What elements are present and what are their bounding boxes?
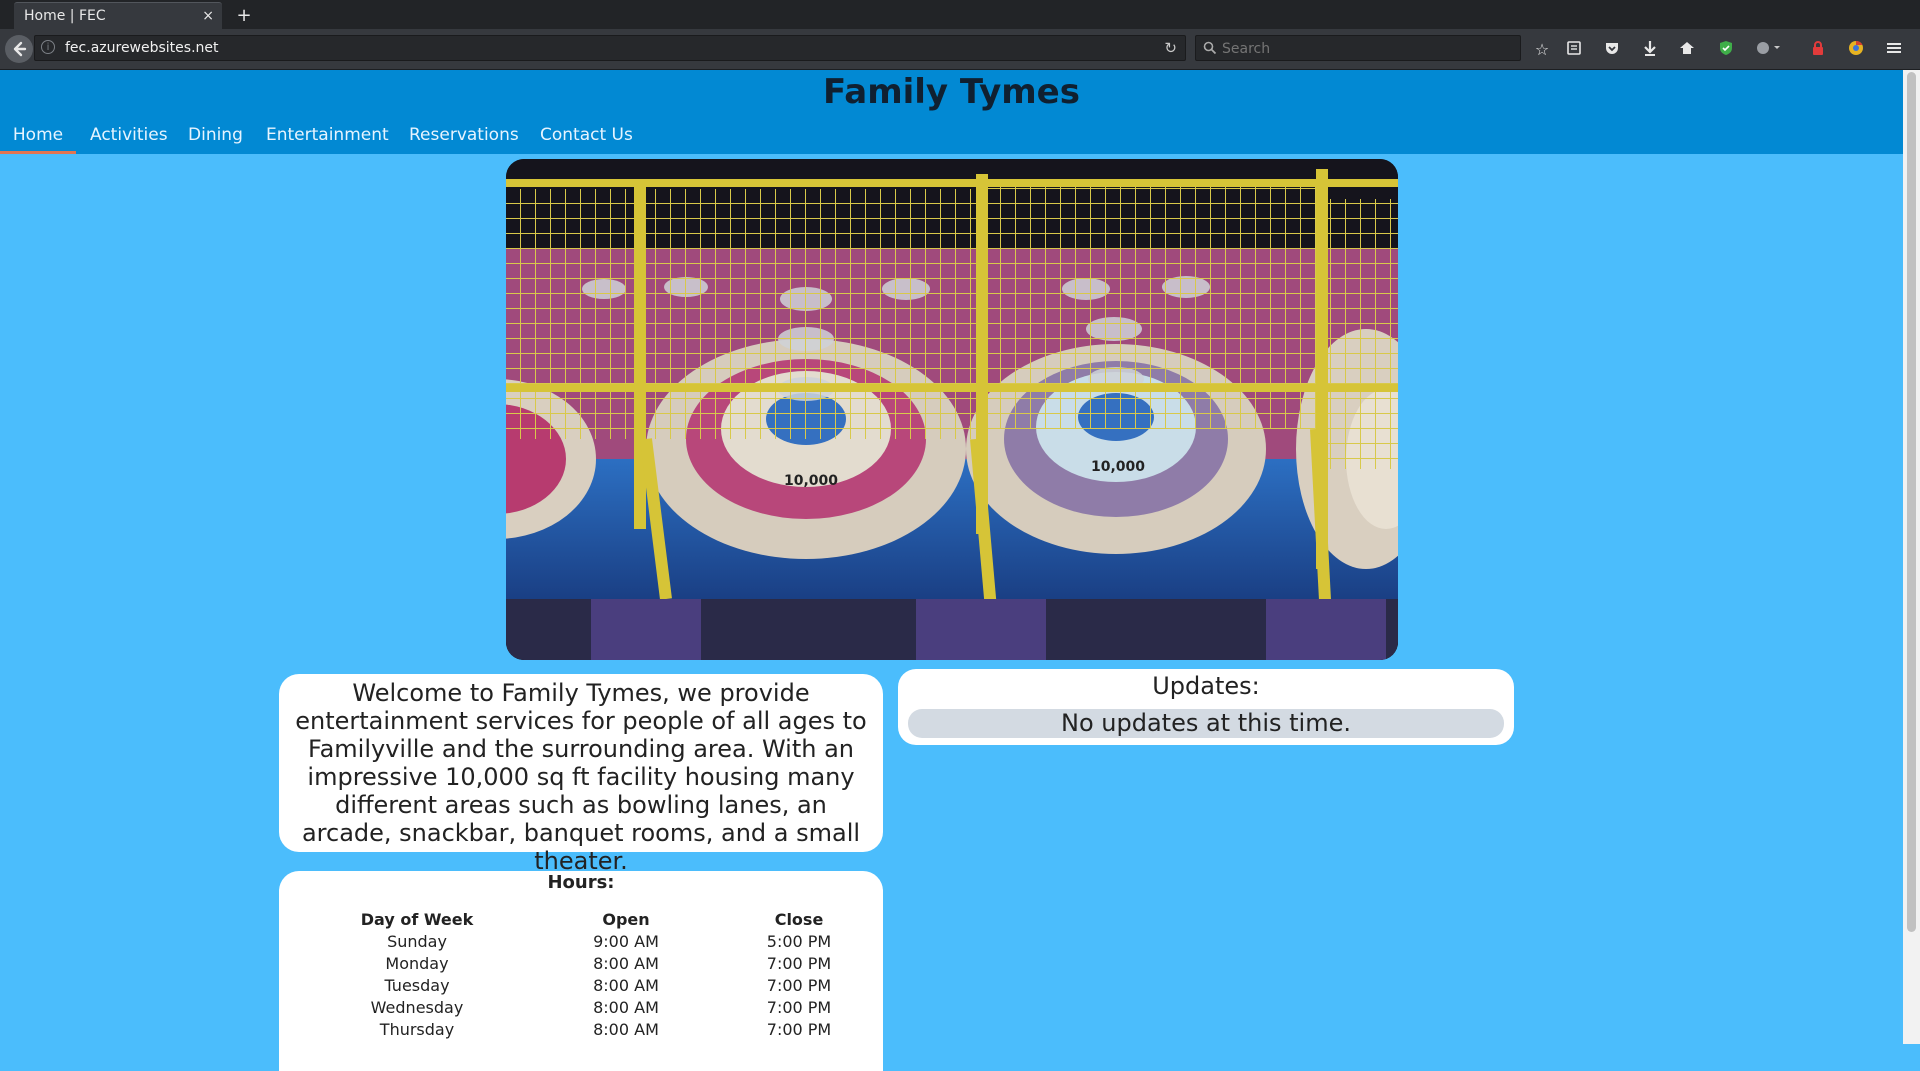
arrow-left-icon (13, 41, 27, 57)
search-icon (1203, 41, 1217, 55)
close-cell: 7:00 PM (766, 998, 832, 1017)
site-title: Family Tymes (823, 72, 1080, 112)
search-bar[interactable] (1195, 35, 1521, 62)
menu-icon[interactable] (1884, 40, 1904, 60)
nav-dining[interactable]: Dining (188, 116, 243, 154)
open-cell: 8:00 AM (593, 954, 659, 973)
column-header: Day of Week (360, 910, 474, 929)
updates-title: Updates: (1152, 672, 1260, 700)
home-icon[interactable] (1677, 40, 1697, 60)
table-row: Sunday 9:00 AM 5:00 PM (327, 931, 853, 953)
page-scrollbar-thumb[interactable] (1907, 72, 1916, 932)
reading-list-icon[interactable] (1564, 40, 1584, 60)
tab-title: Home | FEC (24, 8, 106, 24)
score-label: 10,000 (784, 473, 838, 489)
table-header-row: Day of Week Open Close (327, 909, 853, 931)
close-cell: 7:00 PM (766, 976, 832, 995)
close-cell: 7:00 PM (766, 954, 832, 973)
pocket-icon[interactable] (1602, 40, 1622, 60)
day-cell: Thursday (379, 1020, 455, 1039)
nav-contact-us[interactable]: Contact Us (540, 116, 633, 154)
day-cell: Monday (385, 954, 449, 973)
shield-icon[interactable] (1716, 40, 1736, 60)
day-cell: Wednesday (370, 998, 464, 1017)
bookmark-star-icon[interactable]: ☆ (1532, 40, 1552, 60)
welcome-text: Welcome to Family Tymes, we provide ente… (295, 679, 867, 875)
open-cell: 8:00 AM (593, 976, 659, 995)
nav-activities[interactable]: Activities (90, 116, 168, 154)
score-label: 10,000 (1091, 459, 1145, 475)
column-header: Close (774, 910, 824, 929)
day-cell: Sunday (387, 932, 447, 951)
close-cell: 5:00 PM (766, 932, 832, 951)
search-input[interactable] (1220, 36, 1514, 62)
table-row: Tuesday 8:00 AM 7:00 PM (327, 975, 853, 997)
welcome-card: Welcome to Family Tymes, we provide ente… (279, 674, 883, 875)
close-cell: 7:00 PM (766, 1020, 832, 1039)
url-bar[interactable]: i fec.azurewebsites.net ↻ (34, 35, 1186, 61)
browser-tab[interactable]: Home | FEC × (14, 2, 222, 29)
updates-card: Updates: No updates at this time. (898, 669, 1514, 745)
chrome-extension-icon[interactable] (1846, 40, 1866, 60)
column-header: Open (602, 910, 650, 929)
close-tab-icon[interactable]: × (202, 3, 214, 30)
hours-card: Hours: Day of Week Open Close Sunday 9:0… (279, 871, 883, 1071)
hero-image: 10,000 10,000 (506, 159, 1398, 660)
nav-home[interactable]: Home (0, 116, 76, 154)
nav-reservations[interactable]: Reservations (409, 116, 519, 154)
url-text[interactable]: fec.azurewebsites.net (65, 36, 219, 60)
open-cell: 8:00 AM (593, 1020, 659, 1039)
browser-toolbar: i fec.azurewebsites.net ↻ ☆ (0, 29, 1920, 70)
hours-title: Hours: (547, 872, 615, 893)
site-header: Family Tymes Home Activities Dining Ente… (0, 70, 1903, 154)
info-icon[interactable]: i (41, 40, 55, 54)
table-row: Monday 8:00 AM 7:00 PM (327, 953, 853, 975)
back-button[interactable] (5, 35, 33, 63)
open-cell: 9:00 AM (593, 932, 659, 951)
hours-table: Day of Week Open Close Sunday 9:00 AM 5:… (327, 909, 853, 1041)
table-row: Thursday 8:00 AM 7:00 PM (327, 1019, 853, 1041)
new-tab-button[interactable]: + (234, 2, 254, 29)
reload-icon[interactable]: ↻ (1164, 36, 1177, 60)
extension-dropdown-icon[interactable] (1754, 40, 1788, 60)
browser-tab-bar: Home | FEC × + (0, 0, 1920, 29)
updates-message: No updates at this time. (908, 709, 1504, 738)
download-icon[interactable] (1640, 40, 1660, 60)
nav-entertainment[interactable]: Entertainment (266, 116, 389, 154)
table-row: Wednesday 8:00 AM 7:00 PM (327, 997, 853, 1019)
day-cell: Tuesday (384, 976, 450, 995)
open-cell: 8:00 AM (593, 998, 659, 1017)
lock-icon[interactable] (1808, 40, 1828, 60)
skee-ball-photo: 10,000 10,000 (506, 159, 1398, 660)
